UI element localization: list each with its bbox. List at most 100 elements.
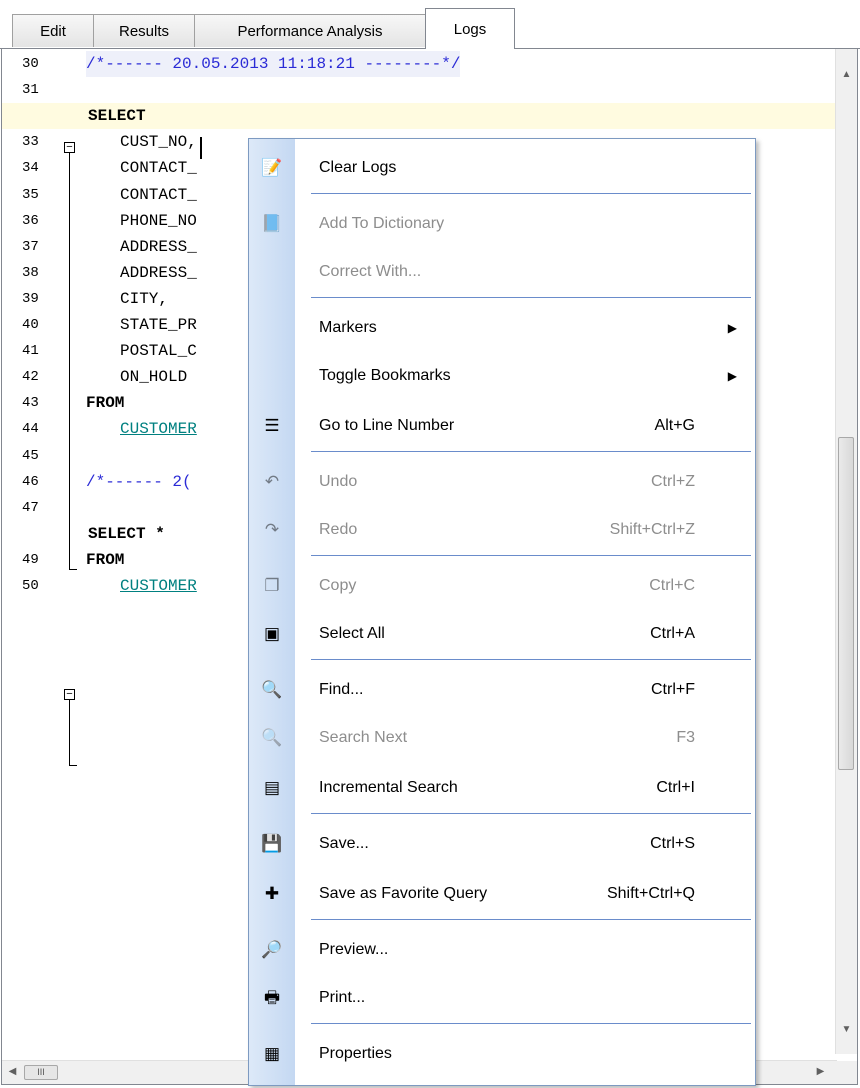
code-text: FROM (86, 394, 125, 413)
incremental-search-icon: ▤ (263, 778, 281, 797)
menu-item-clear-logs[interactable]: 📝 Clear Logs (249, 143, 755, 193)
menu-item-print[interactable]: 🖶 Print... (249, 973, 755, 1023)
goto-line-icon: ☰ (264, 416, 280, 435)
menu-item-correct-with: Correct With... (249, 247, 755, 297)
menu-item-select-all[interactable]: ▣ Select All Ctrl+A (249, 609, 755, 659)
scroll-right-icon[interactable]: ▶ (810, 1066, 831, 1077)
menu-item-label: Search Next (319, 729, 408, 746)
tab-results[interactable]: Results (93, 14, 195, 47)
menu-item-undo: ↶ Undo Ctrl+Z (249, 457, 755, 507)
menu-item-shortcut: Ctrl+S (650, 835, 695, 852)
line-number: 39 (22, 290, 39, 307)
menu-item-add-to-dictionary: 📘 Add To Dictionary (249, 199, 755, 249)
favorite-query-icon: ✚ (264, 884, 280, 903)
menu-item-label: Incremental Search (319, 779, 458, 796)
line-number: 44 (22, 421, 39, 438)
line-number: 46 (22, 473, 39, 490)
code-text: CITY, (120, 289, 169, 308)
menu-item-label: Add To Dictionary (319, 215, 445, 232)
clear-logs-icon: 📝 (261, 158, 283, 177)
scroll-left-icon[interactable]: ◀ (2, 1066, 23, 1077)
scroll-down-icon[interactable]: ▼ (836, 1024, 857, 1035)
fold-collapse-icon[interactable]: − (64, 689, 75, 700)
vertical-scrollbar[interactable]: ▲ ▼ (835, 49, 857, 1054)
menu-item-shortcut: Ctrl+F (651, 681, 695, 698)
menu-item-shortcut: Alt+G (654, 417, 695, 434)
tab-strip: Edit Results Performance Analysis Logs (0, 0, 860, 49)
menu-item-label: Properties (319, 1045, 392, 1062)
menu-item-shortcut: Ctrl+Z (651, 473, 695, 490)
menu-separator (311, 919, 751, 920)
menu-separator (311, 297, 751, 298)
grip-icon: III (37, 1067, 45, 1077)
menu-item-copy: ❐ Copy Ctrl+C (249, 561, 755, 611)
menu-item-properties[interactable]: ▦ Properties (249, 1029, 755, 1079)
code-line[interactable]: 30 /*------ 20.05.2013 11:18:21 --------*… (2, 51, 837, 77)
tab-label: Logs (453, 21, 487, 38)
line-number: 49 (22, 551, 39, 568)
code-text: CUSTOMER (120, 577, 197, 595)
code-text: CONTACT_ (120, 185, 197, 204)
menu-separator (311, 659, 751, 660)
code-text: ADDRESS_ (120, 263, 197, 282)
menu-item-find[interactable]: 🔍 Find... Ctrl+F (249, 665, 755, 715)
menu-separator (311, 555, 751, 556)
menu-item-incremental-search[interactable]: ▤ Incremental Search Ctrl+I (249, 763, 755, 813)
menu-item-preview[interactable]: 🔎 Preview... (249, 925, 755, 975)
tab-edit[interactable]: Edit (12, 14, 94, 47)
copy-icon: ❐ (264, 576, 280, 595)
menu-item-label: Select All (319, 625, 385, 642)
menu-item-toggle-bookmarks[interactable]: Toggle Bookmarks ▶ (249, 351, 755, 401)
line-number: 30 (22, 56, 39, 72)
horizontal-scroll-thumb[interactable]: III (24, 1065, 58, 1080)
code-line[interactable]: 31 (2, 77, 837, 103)
code-line[interactable]: SELECT (2, 103, 837, 130)
code-text: POSTAL_C (120, 342, 197, 361)
code-text: SELECT * (88, 524, 165, 543)
code-text: /*------ 20.05.2013 11:18:21 --------*/ (86, 51, 461, 77)
tab-label: Edit (40, 23, 66, 40)
line-number: 31 (22, 82, 39, 99)
menu-item-shortcut: Ctrl+C (649, 577, 695, 594)
tab-logs[interactable]: Logs (425, 8, 515, 49)
preview-icon: 🔎 (261, 940, 283, 959)
menu-item-shortcut: Shift+Ctrl+Q (606, 885, 695, 902)
menu-item-label: Copy (319, 577, 357, 594)
select-all-icon: ▣ (263, 624, 281, 643)
fold-guide (69, 700, 70, 765)
submenu-arrow-icon: ▶ (727, 321, 737, 335)
line-number: 36 (22, 212, 39, 229)
menu-item-label: Undo (319, 473, 358, 490)
code-text: PHONE_NO (120, 211, 197, 230)
menu-item-label: Find... (319, 681, 364, 698)
menu-item-go-to-line-number[interactable]: ☰ Go to Line Number Alt+G (249, 401, 755, 451)
menu-item-shortcut: F3 (676, 729, 695, 746)
tab-label: Results (118, 23, 170, 40)
line-number: 38 (22, 264, 39, 281)
line-number: 42 (22, 369, 39, 386)
code-text: STATE_PR (120, 316, 197, 334)
vertical-scroll-thumb[interactable] (838, 437, 854, 770)
menu-item-label: Correct With... (319, 263, 422, 280)
code-text: SELECT (88, 107, 146, 126)
menu-separator (311, 813, 751, 814)
menu-item-save[interactable]: 💾 Save... Ctrl+S (249, 819, 755, 869)
redo-icon: ↷ (264, 520, 280, 539)
menu-item-label: Save... (319, 835, 369, 852)
search-next-icon: 🔍 (261, 728, 283, 747)
dictionary-icon: 📘 (261, 214, 283, 233)
scroll-up-icon[interactable]: ▲ (836, 69, 857, 80)
tab-performance-analysis[interactable]: Performance Analysis (194, 14, 426, 47)
menu-item-save-as-favorite-query[interactable]: ✚ Save as Favorite Query Shift+Ctrl+Q (249, 869, 755, 919)
submenu-arrow-icon: ▶ (727, 369, 737, 383)
context-menu: 📝 Clear Logs 📘 Add To Dictionary Correct Wit… (248, 138, 756, 1086)
menu-item-label: Save as Favorite Query (319, 885, 488, 902)
print-icon: 🖶 (263, 988, 281, 1007)
menu-item-label: Clear Logs (319, 159, 397, 176)
code-text: /*------ 2( (86, 472, 192, 491)
menu-item-markers[interactable]: Markers ▶ (249, 303, 755, 353)
line-number: 45 (22, 447, 39, 464)
line-number: 33 (22, 134, 39, 151)
line-number: 50 (22, 578, 39, 594)
line-number: 40 (22, 317, 39, 333)
